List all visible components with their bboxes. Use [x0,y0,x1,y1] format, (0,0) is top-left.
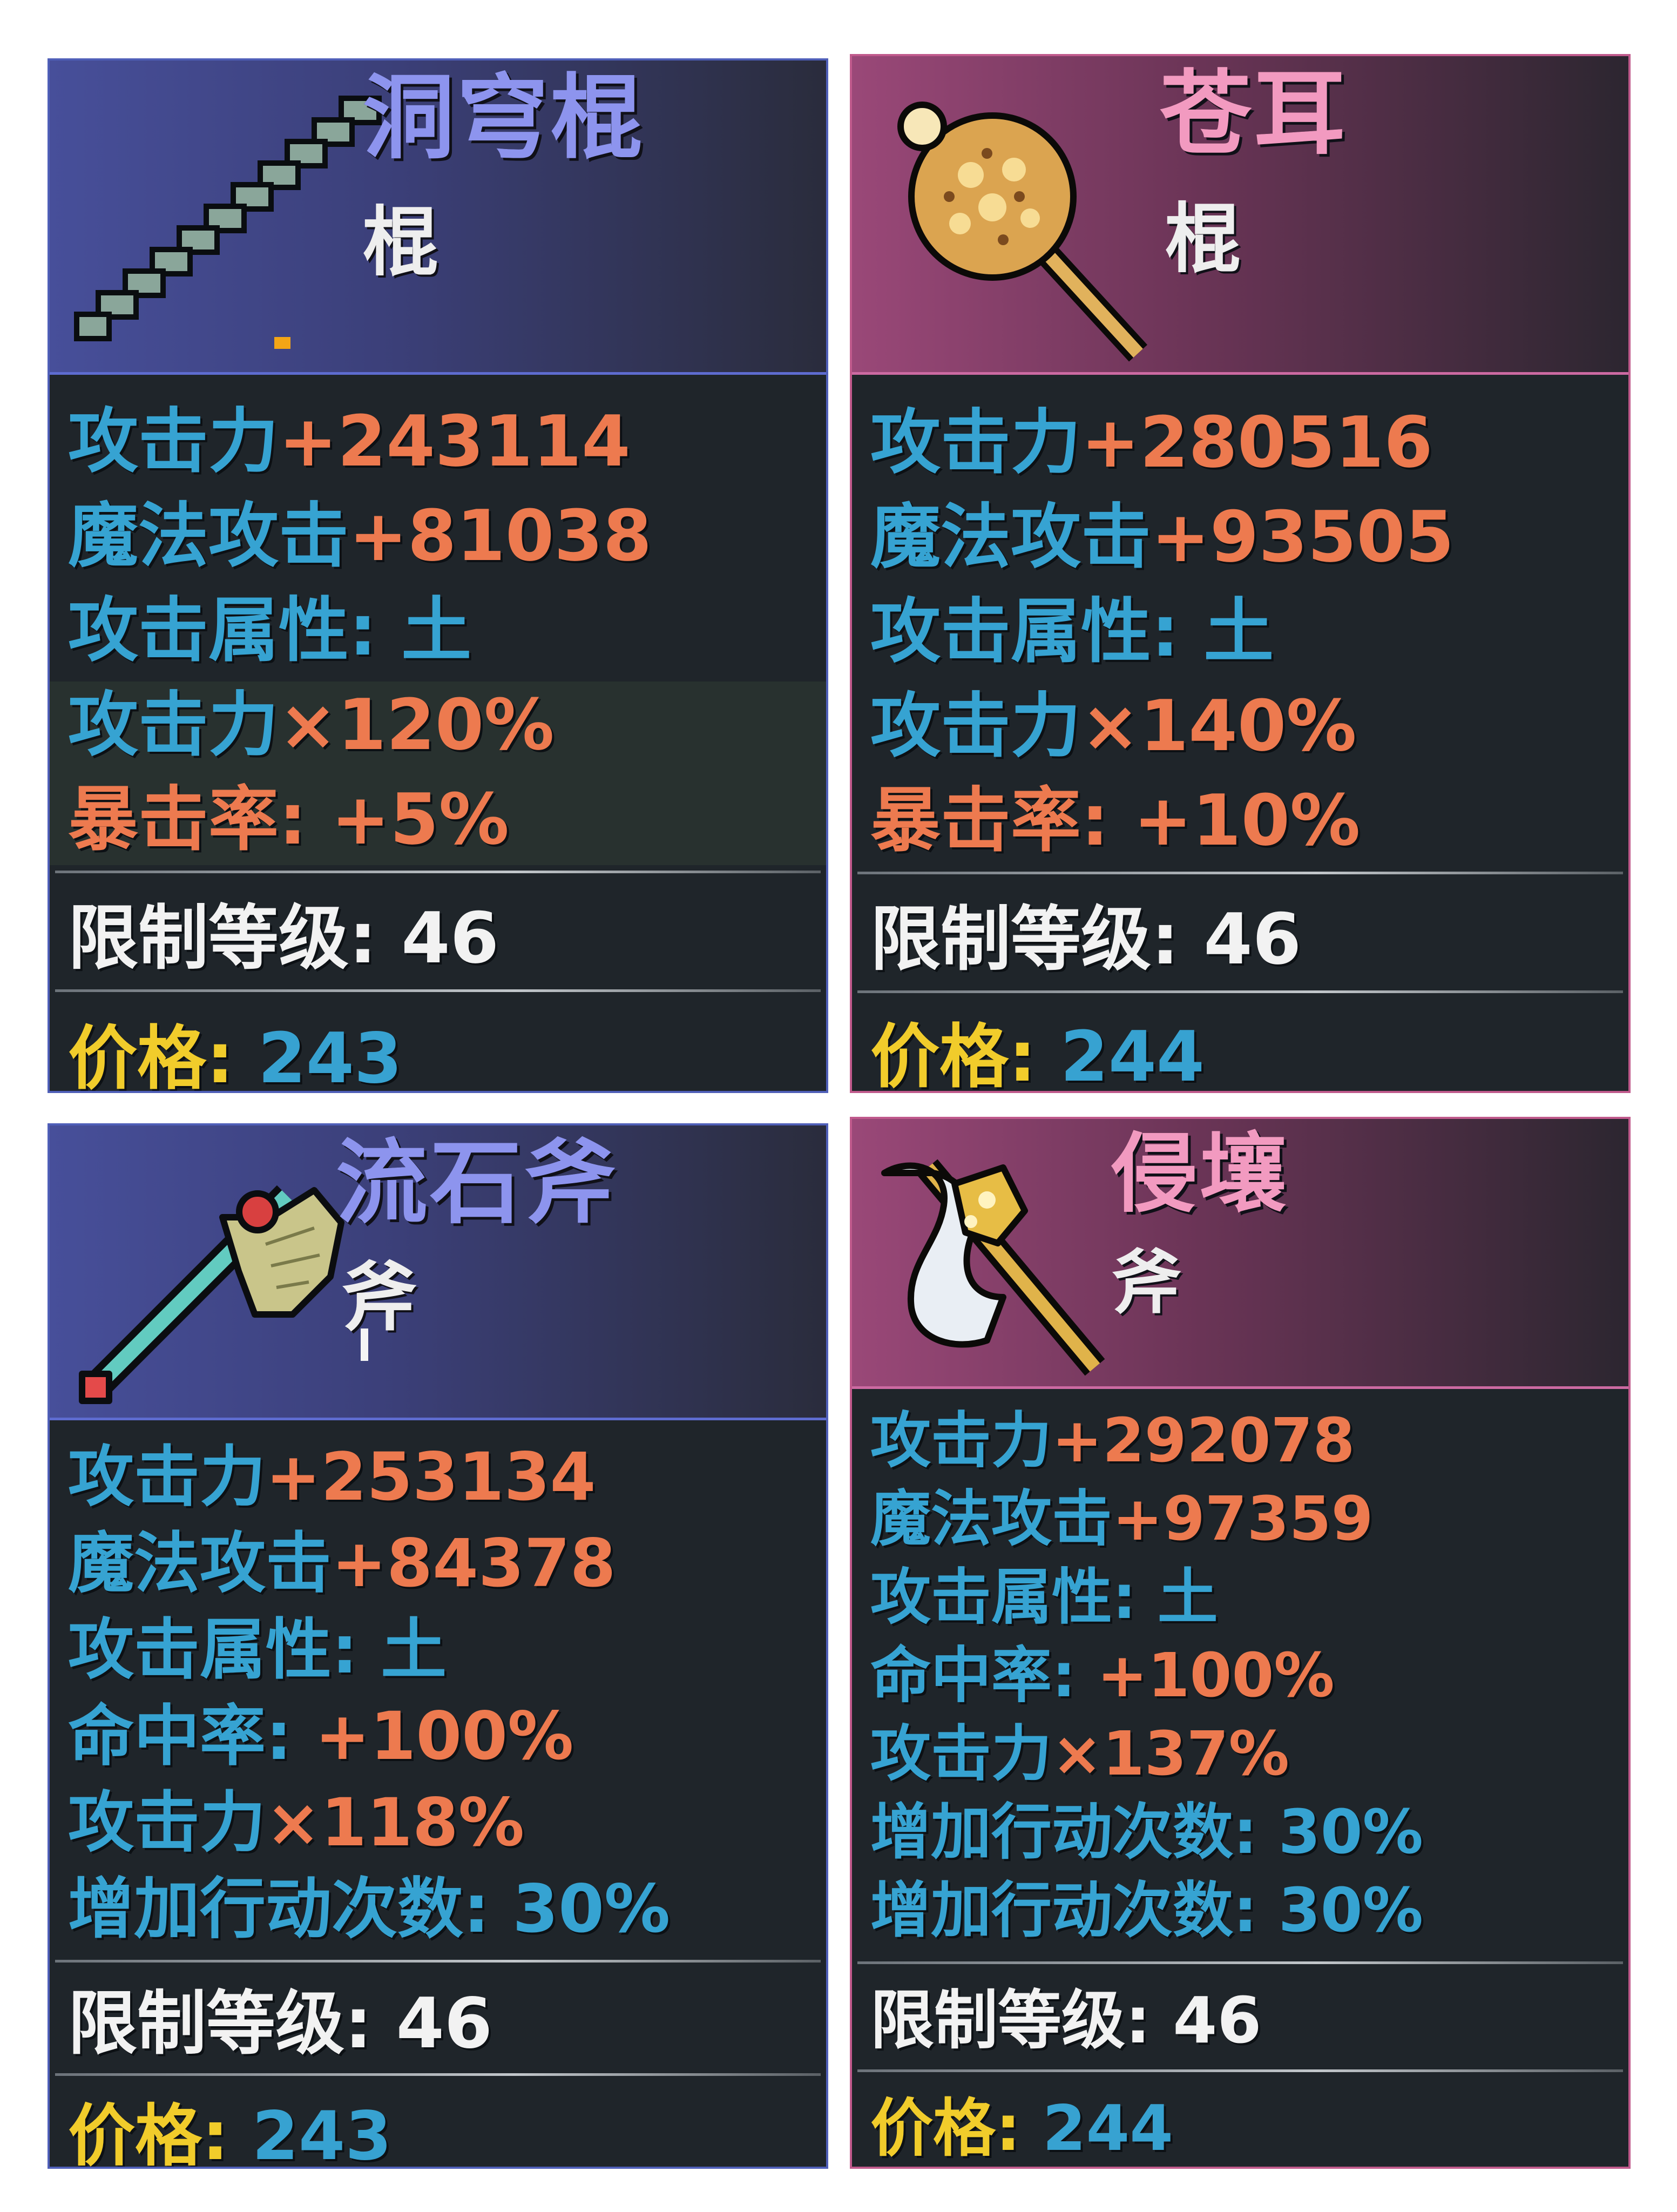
stat-line: 命中率: +100% [870,1641,1335,1711]
stat-line: 攻击力×140% [870,685,1357,767]
item-header: 洞穹棍 棍 [50,60,826,375]
item-type: 棍 [363,199,439,287]
stat-line: 攻击属性: 土 [68,589,472,671]
item-card-qin-rang[interactable]: 侵壤 斧 攻击力+292078 魔法攻击+97359 攻击属性: 土 命中率: … [850,1117,1631,2169]
price: 价格: 243 [68,1019,402,1093]
stat-line: 攻击力×120% [68,684,555,766]
stat-line: 攻击力+243114 [68,400,631,482]
stat-line: 攻击属性: 土 [68,1611,447,1688]
stat-line: 攻击力+292078 [870,1406,1355,1476]
orange-marker [274,337,290,349]
stat-line: 魔法攻击+93505 [870,496,1455,578]
stat-line: 魔法攻击+84378 [68,1525,616,1602]
item-card-liushi-axe[interactable]: 流石斧 斧 攻击力+253134 魔法攻击+84378 攻击属性: 土 命中率:… [48,1123,828,2169]
divider [857,1961,1623,1964]
level-requirement: 限制等级: 46 [68,1984,492,2064]
stat-line: 暴击率: +5% [68,778,509,860]
level-requirement: 限制等级: 46 [870,1983,1262,2058]
item-header: 流石斧 斧 [50,1125,826,1420]
item-type: 棍 [1165,195,1241,284]
stat-line: 攻击力×137% [870,1719,1289,1789]
item-header: 侵壤 斧 [852,1119,1628,1389]
divider [55,989,821,992]
price: 价格: 244 [870,2092,1173,2165]
stat-line: 魔法攻击+97359 [870,1484,1374,1554]
staff-icon [60,77,395,358]
divider [55,871,821,873]
axe-icon [60,1152,363,1406]
item-name: 侵壤 [1111,1123,1289,1224]
stat-line: 魔法攻击+81038 [68,495,652,577]
level-requirement: 限制等级: 46 [68,897,499,979]
item-type: 斧 [341,1254,417,1342]
item-header: 苍耳 棍 [852,56,1628,375]
item-name: 苍耳 [1160,60,1348,167]
divider [55,2073,821,2076]
item-card-dongqiong-staff[interactable]: 洞穹棍 棍 攻击力+243114 魔法攻击+81038 攻击属性: 土 攻击力×… [48,58,828,1093]
stat-line: 攻击力+280516 [870,401,1433,483]
stat-line: 增加行动次数: 30% [68,1871,671,1947]
divider [857,2069,1623,2072]
item-name: 流石斧 [336,1130,618,1237]
item-card-cang-er[interactable]: 苍耳 棍 攻击力+280516 魔法攻击+93505 攻击属性: 土 攻击力×1… [850,54,1631,1093]
divider [55,1960,821,1963]
divider [857,990,1623,993]
stat-line: 攻击属性: 土 [870,590,1274,672]
item-type: 斧 [1111,1242,1182,1324]
stat-line: 增加行动次数: 30% [870,1797,1423,1867]
level-requirement: 限制等级: 46 [870,898,1302,980]
stat-line: 暴击率: +10% [870,779,1361,861]
price: 价格: 244 [870,1017,1205,1093]
golden-axe-icon [863,1135,1144,1384]
stat-line: 命中率: +100% [68,1698,574,1775]
price: 价格: 243 [68,2098,392,2169]
spiked-mace-icon [884,89,1165,369]
stat-line: 增加行动次数: 30% [870,1876,1423,1946]
stat-line: 攻击力+253134 [68,1439,596,1515]
stat-line: 攻击属性: 土 [870,1562,1218,1633]
stat-line: 攻击力×118% [68,1784,525,1861]
item-name: 洞穹棍 [363,65,645,172]
divider [857,872,1623,874]
